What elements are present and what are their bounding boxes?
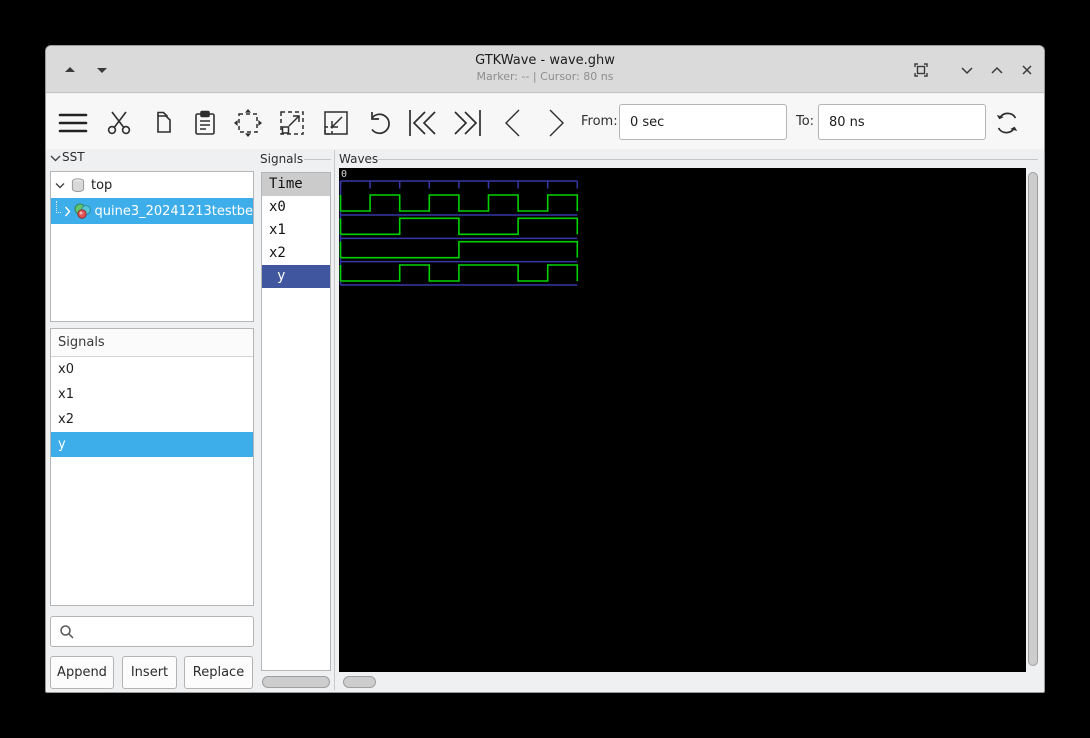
signal-item-x1[interactable]: x1	[51, 382, 253, 407]
gtkwave-window: GTKWave - wave.ghw Marker: -- | Cursor: …	[45, 45, 1045, 693]
signals-list: Time x0 x1 x2 y	[261, 172, 331, 671]
titlebar[interactable]: GTKWave - wave.ghw Marker: -- | Cursor: …	[46, 46, 1044, 93]
menu-icon[interactable]	[56, 106, 90, 140]
trace-y	[341, 265, 578, 281]
paste-icon[interactable]	[188, 106, 222, 140]
titlebar-text: GTKWave - wave.ghw Marker: -- | Cursor: …	[46, 52, 1044, 84]
waves-vscrollbar[interactable]	[1028, 172, 1038, 666]
tree-connector	[56, 201, 61, 213]
wave-canvas[interactable]: 0	[339, 168, 1026, 672]
maximize-icon[interactable]	[985, 58, 1009, 82]
minimize-icon[interactable]	[955, 58, 979, 82]
undo-icon[interactable]	[363, 106, 397, 140]
toolbar: From: To:	[46, 94, 1044, 149]
trace-x1	[341, 218, 578, 234]
sst-tree: top quine3_20241213testbe	[50, 171, 254, 322]
zoom-fit-icon[interactable]	[231, 106, 265, 140]
insert-button[interactable]: Insert	[122, 656, 177, 689]
signals-frame-label: Signals	[260, 152, 303, 166]
waves-frame-label: Waves	[339, 152, 378, 166]
signals-frame-line	[304, 159, 331, 160]
close-icon[interactable]	[1015, 58, 1039, 82]
tree-item-label: top	[91, 178, 112, 193]
prev-edge-icon[interactable]	[496, 106, 530, 140]
signal-item-x0[interactable]: x0	[51, 357, 253, 382]
to-label: To:	[796, 114, 814, 129]
zoom-out-icon[interactable]	[319, 106, 353, 140]
go-end-icon[interactable]	[450, 106, 484, 140]
cut-icon[interactable]	[102, 106, 136, 140]
signal-row-y[interactable]: y	[262, 265, 330, 288]
cylinder-icon	[69, 178, 87, 193]
trace-x2	[341, 242, 578, 258]
waves-hscrollbar[interactable]	[343, 676, 376, 688]
window-subtitle: Marker: -- | Cursor: 80 ns	[46, 69, 1044, 84]
go-start-icon[interactable]	[406, 106, 440, 140]
to-input[interactable]	[818, 104, 986, 140]
signal-item-y[interactable]: y	[51, 432, 253, 457]
signal-search-box[interactable]	[50, 616, 254, 647]
append-button[interactable]: Append	[50, 656, 114, 689]
expander-closed-icon[interactable]	[64, 206, 71, 217]
splitter-handle[interactable]	[334, 150, 335, 690]
time-header[interactable]: Time	[262, 173, 330, 196]
sst-header-label: SST	[62, 150, 85, 164]
signal-row-x0[interactable]: x0	[262, 196, 330, 219]
signals-hscrollbar[interactable]	[262, 676, 330, 688]
signal-row-x2[interactable]: x2	[262, 242, 330, 265]
svg-text:0: 0	[341, 169, 347, 180]
tree-item-quine3[interactable]: quine3_20241213testbe	[51, 198, 253, 224]
trace-x0	[341, 195, 578, 211]
search-icon	[59, 624, 74, 639]
next-edge-icon[interactable]	[539, 106, 573, 140]
keep-above-icon[interactable]	[909, 58, 933, 82]
waveform-plot: 0	[339, 168, 1026, 672]
zoom-in-icon[interactable]	[275, 106, 309, 140]
window-title: GTKWave - wave.ghw	[46, 52, 1044, 69]
tree-item-top[interactable]: top	[51, 172, 253, 198]
from-label: From:	[581, 114, 618, 129]
signal-row-x1[interactable]: x1	[262, 219, 330, 242]
reload-icon[interactable]	[990, 106, 1024, 140]
module-icon	[74, 203, 91, 219]
signal-browser: Signals x0 x1 x2 y	[50, 328, 254, 606]
from-input[interactable]	[619, 104, 787, 140]
signal-item-x2[interactable]: x2	[51, 407, 253, 432]
expander-open-icon[interactable]	[54, 182, 66, 189]
tree-item-label: quine3_20241213testbe	[95, 204, 254, 219]
waves-frame-line	[378, 159, 1038, 160]
search-input[interactable]	[74, 617, 253, 646]
sst-expander-icon[interactable]	[50, 154, 61, 162]
signal-browser-title: Signals	[51, 329, 253, 357]
copy-icon[interactable]	[145, 106, 179, 140]
replace-button[interactable]: Replace	[184, 656, 253, 689]
